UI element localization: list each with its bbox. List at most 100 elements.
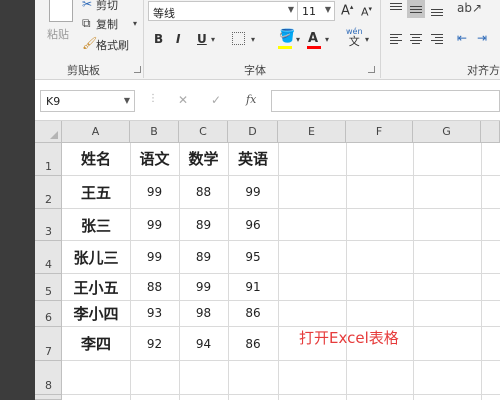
cell-b2[interactable]: 99 <box>130 185 179 199</box>
row-header-2[interactable]: 2 <box>35 176 62 209</box>
column-header-b[interactable]: B <box>130 121 179 143</box>
row-header-7[interactable]: 7 <box>35 327 62 361</box>
row-number: 2 <box>45 193 52 206</box>
column-header-d[interactable]: D <box>228 121 278 143</box>
cell-c3[interactable]: 89 <box>179 218 228 232</box>
font-size-select[interactable]: 11 ▼ <box>297 1 335 21</box>
chevron-down-icon: ▼ <box>324 5 331 14</box>
cell-a1[interactable]: 姓名 <box>62 148 130 169</box>
font-color-dropdown-icon[interactable]: ▾ <box>325 36 329 44</box>
phonetic-button[interactable]: wén 文 <box>346 27 363 48</box>
cut-button[interactable]: 剪切 <box>96 0 118 13</box>
cell-d4[interactable]: 95 <box>228 250 278 264</box>
cell-d7[interactable]: 86 <box>228 337 278 351</box>
worksheet-grid[interactable]: A B C D E F G 1 2 3 4 5 6 7 8 姓名 语文 数学 英… <box>35 121 500 400</box>
cell-c4[interactable]: 89 <box>179 250 228 264</box>
cell-c7[interactable]: 94 <box>179 337 228 351</box>
grid-line <box>346 143 347 400</box>
fill-color-dropdown-icon[interactable]: ▾ <box>296 36 300 44</box>
align-left-button[interactable] <box>387 30 405 48</box>
font-color-icon[interactable]: A <box>308 31 318 46</box>
column-header-a[interactable]: A <box>62 121 130 143</box>
cell-d1[interactable]: 英语 <box>228 148 278 169</box>
row-header-9[interactable] <box>35 395 62 400</box>
copy-button[interactable]: 复制 <box>96 16 118 32</box>
orientation-icon[interactable]: ab↗ <box>457 2 482 14</box>
font-launcher-icon[interactable] <box>368 66 375 73</box>
cell-a5[interactable]: 王小五 <box>62 277 130 298</box>
column-header-h[interactable] <box>481 121 500 143</box>
cell-a2[interactable]: 王五 <box>62 182 130 203</box>
underline-button[interactable]: U <box>197 32 207 48</box>
cancel-icon[interactable]: ✕ <box>178 94 188 106</box>
underline-dropdown-icon[interactable]: ▾ <box>211 36 215 44</box>
cell-d2[interactable]: 99 <box>228 185 278 199</box>
align-center-button[interactable] <box>407 30 425 48</box>
grid-line <box>62 300 500 301</box>
grid-line <box>62 208 500 209</box>
formula-bar-grip-icon: ⋮ <box>148 93 158 104</box>
chevron-down-icon: ▼ <box>287 5 294 14</box>
cell-d3[interactable]: 96 <box>228 218 278 232</box>
cell-a4[interactable]: 张儿三 <box>62 247 130 268</box>
column-header-g[interactable]: G <box>413 121 481 143</box>
paste-button[interactable]: 粘贴 <box>47 26 69 42</box>
cell-b6[interactable]: 93 <box>130 306 179 320</box>
row-number: 6 <box>45 311 52 324</box>
cell-b4[interactable]: 99 <box>130 250 179 264</box>
column-header-c[interactable]: C <box>179 121 228 143</box>
border-dropdown-icon[interactable]: ▾ <box>251 36 255 44</box>
row-header-1[interactable]: 1 <box>35 143 62 176</box>
decrease-font-size-button[interactable]: A▾ <box>361 5 372 19</box>
row-header-3[interactable]: 3 <box>35 209 62 241</box>
border-icon[interactable] <box>232 32 245 45</box>
align-right-button[interactable] <box>428 30 446 48</box>
copy-dropdown-icon[interactable]: ▾ <box>133 20 137 28</box>
row-header-5[interactable]: 5 <box>35 274 62 301</box>
clipboard-launcher-icon[interactable] <box>134 66 141 73</box>
column-header-f[interactable]: F <box>346 121 413 143</box>
font-group-label: 字体 <box>244 64 266 77</box>
font-color-swatch <box>307 46 321 49</box>
increase-font-size-button[interactable]: A▴ <box>341 3 353 18</box>
cell-c6[interactable]: 98 <box>179 306 228 320</box>
cell-c2[interactable]: 88 <box>179 185 228 199</box>
cell-b7[interactable]: 92 <box>130 337 179 351</box>
row-number: 1 <box>45 160 52 173</box>
font-name-select[interactable]: 等线 ▼ <box>148 1 298 21</box>
phonetic-dropdown-icon[interactable]: ▾ <box>365 36 369 44</box>
row-header-8[interactable]: 8 <box>35 361 62 395</box>
select-all-button[interactable] <box>35 121 62 143</box>
grid-line <box>62 240 500 241</box>
decrease-indent-icon[interactable]: ⇤ <box>457 32 467 44</box>
align-middle-button[interactable] <box>407 0 425 18</box>
cell-b5[interactable]: 88 <box>130 280 179 294</box>
cell-b3[interactable]: 99 <box>130 218 179 232</box>
enter-icon[interactable]: ✓ <box>211 94 221 106</box>
cell-a3[interactable]: 张三 <box>62 215 130 236</box>
align-bottom-button[interactable] <box>428 0 446 18</box>
row-number: 3 <box>45 225 52 238</box>
format-painter-button[interactable]: 格式刷 <box>96 37 129 53</box>
column-header-e[interactable]: E <box>278 121 346 143</box>
cell-a6[interactable]: 李小四 <box>62 303 130 324</box>
paste-icon[interactable] <box>49 0 73 22</box>
increase-indent-icon[interactable]: ⇥ <box>477 32 487 44</box>
align-top-button[interactable] <box>387 0 405 18</box>
cell-a7[interactable]: 李四 <box>62 333 130 354</box>
cell-d6[interactable]: 86 <box>228 306 278 320</box>
bold-button[interactable]: B <box>154 32 163 48</box>
cell-c1[interactable]: 数学 <box>179 148 228 169</box>
fill-color-icon[interactable]: 🪣 <box>279 30 295 43</box>
formula-input[interactable] <box>271 90 500 112</box>
cell-d5[interactable]: 91 <box>228 280 278 294</box>
row-header-6[interactable]: 6 <box>35 301 62 327</box>
cell-c5[interactable]: 99 <box>179 280 228 294</box>
grid-line <box>130 143 131 400</box>
name-box[interactable]: K9 ▼ <box>40 90 135 112</box>
cell-b1[interactable]: 语文 <box>130 148 179 169</box>
italic-button[interactable]: I <box>176 32 180 48</box>
row-header-4[interactable]: 4 <box>35 241 62 274</box>
formula-bar: K9 ▼ ⋮ ✕ ✓ fx <box>35 80 500 121</box>
insert-function-icon[interactable]: fx <box>246 94 256 105</box>
